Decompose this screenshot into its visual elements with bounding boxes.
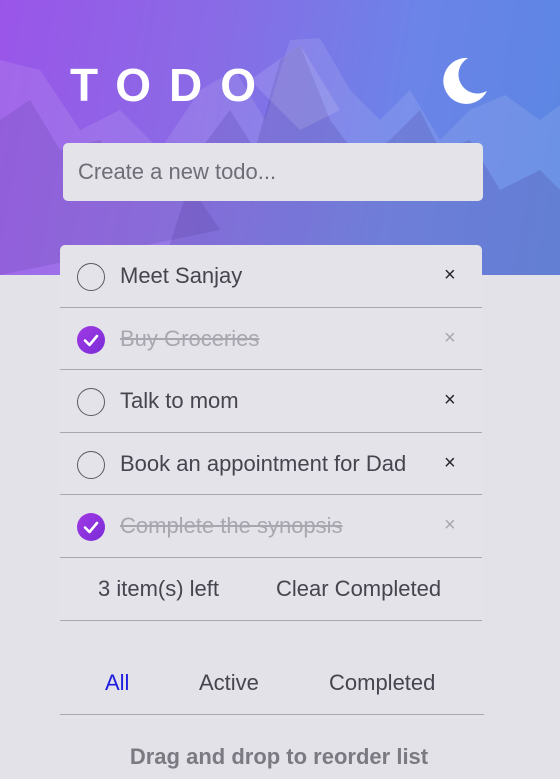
delete-button[interactable]: × xyxy=(444,370,456,432)
delete-button[interactable]: × xyxy=(444,495,456,557)
complete-toggle[interactable] xyxy=(77,263,105,291)
filter-all[interactable]: All xyxy=(105,652,129,714)
reorder-hint: Drag and drop to reorder list xyxy=(129,744,429,769)
moon-icon xyxy=(443,57,487,104)
app-title: TODO xyxy=(70,59,275,111)
todo-item[interactable]: Talk to mom × xyxy=(60,370,482,433)
todo-item[interactable]: Book an appointment for Dad × xyxy=(60,433,482,496)
delete-button[interactable]: × xyxy=(444,308,456,370)
todo-list: Meet Sanjay × Buy Groceries × Talk to mo… xyxy=(60,245,482,621)
list-footer: 3 item(s) left Clear Completed xyxy=(60,558,482,621)
complete-toggle[interactable] xyxy=(77,388,105,417)
delete-button[interactable]: × xyxy=(444,245,456,307)
filter-active[interactable]: Active xyxy=(199,652,259,714)
todo-item[interactable]: Buy Groceries × xyxy=(60,308,482,371)
delete-button[interactable]: × xyxy=(444,433,456,495)
complete-toggle[interactable] xyxy=(77,450,105,479)
header-background xyxy=(0,0,560,275)
theme-toggle-button[interactable] xyxy=(440,56,490,106)
clear-completed-button[interactable]: Clear Completed xyxy=(276,558,441,620)
complete-toggle[interactable] xyxy=(77,325,105,354)
todo-label: Buy Groceries xyxy=(120,325,260,351)
todo-label: Meet Sanjay xyxy=(120,263,243,288)
todo-item[interactable]: Complete the synopsis × xyxy=(60,495,482,558)
mountain-image xyxy=(0,38,560,275)
todo-label: Talk to mom xyxy=(120,388,239,414)
new-todo-input[interactable] xyxy=(63,143,483,201)
filter-bar: All Active Completed xyxy=(60,652,484,715)
checkmark-icon xyxy=(83,522,99,534)
filter-completed[interactable]: Completed xyxy=(329,652,435,714)
todo-item[interactable]: Meet Sanjay × xyxy=(60,245,482,308)
todo-label: Book an appointment for Dad xyxy=(120,450,407,476)
items-left-count: 3 item(s) left xyxy=(98,575,220,601)
complete-toggle[interactable] xyxy=(77,513,105,542)
checkmark-icon xyxy=(83,334,99,346)
todo-label: Complete the synopsis xyxy=(120,513,343,539)
